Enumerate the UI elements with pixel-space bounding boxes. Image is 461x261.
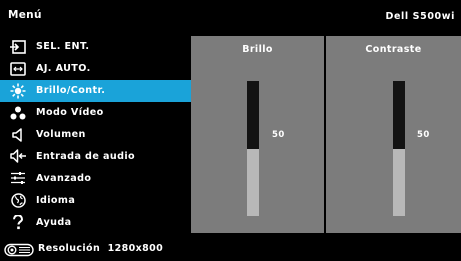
audio-input-icon xyxy=(10,148,26,164)
brightness-title: Brillo xyxy=(242,43,273,55)
contrast-slider[interactable] xyxy=(393,81,405,216)
projector-model: Dell S500wi xyxy=(385,11,455,22)
menu-item-label: Entrada de audio xyxy=(36,150,136,162)
advanced-icon xyxy=(10,170,26,186)
help-icon xyxy=(10,214,26,230)
language-icon xyxy=(10,192,26,208)
auto-adjust-icon xyxy=(10,61,26,77)
menu-item-video-mode[interactable]: Modo Vídeo xyxy=(0,102,191,124)
brightness-icon xyxy=(10,83,26,99)
menu-item-advanced[interactable]: Avanzado xyxy=(0,167,191,189)
menu-item-label: Avanzado xyxy=(36,172,92,184)
volume-icon xyxy=(10,127,26,143)
brightness-value: 50 xyxy=(272,130,285,140)
menu-item-input-select[interactable]: SEL. ENT. xyxy=(0,36,191,58)
contrast-value: 50 xyxy=(417,130,430,140)
menu-title: Menú xyxy=(8,9,42,21)
menu-item-label: Modo Vídeo xyxy=(36,107,104,119)
menu-item-label: AJ. AUTO. xyxy=(36,63,91,75)
menu-item-audio-input[interactable]: Entrada de audio xyxy=(0,145,191,167)
menu-item-language[interactable]: Idioma xyxy=(0,189,191,211)
input-icon xyxy=(10,39,26,55)
brightness-slider[interactable] xyxy=(247,81,259,216)
menu-item-help[interactable]: Ayuda xyxy=(0,211,191,233)
resolution-value: 1280x800 xyxy=(107,243,164,254)
main-menu: SEL. ENT. AJ. AUTO. Brillo/Contr. Modo V… xyxy=(0,36,191,233)
menu-item-label: Brillo/Contr. xyxy=(36,85,106,97)
menu-item-label: SEL. ENT. xyxy=(36,41,90,53)
resolution-label: Resolución xyxy=(38,243,101,254)
projector-icon xyxy=(4,242,34,261)
contrast-title: Contraste xyxy=(365,43,422,55)
contrast-panel: Contraste 50 xyxy=(326,36,461,233)
menu-item-brightness-contrast[interactable]: Brillo/Contr. xyxy=(0,79,191,102)
video-mode-icon xyxy=(10,105,26,121)
menu-item-volume[interactable]: Volumen xyxy=(0,124,191,146)
brightness-panel: Brillo 50 xyxy=(191,36,324,233)
header-bar: Menú Dell S500wi xyxy=(0,0,461,33)
menu-item-auto-adjust[interactable]: AJ. AUTO. xyxy=(0,58,191,80)
status-bar: Resolución 1280x800 xyxy=(0,237,461,261)
contrast-slider-level xyxy=(393,81,405,149)
menu-item-label: Volumen xyxy=(36,129,86,140)
menu-item-label: Ayuda xyxy=(36,216,72,228)
resolution-text: Resolución 1280x800 xyxy=(38,243,163,254)
menu-item-label: Idioma xyxy=(36,194,76,206)
brightness-slider-level xyxy=(247,81,259,149)
osd-menu: Menú Dell S500wi SEL. ENT. AJ. AUTO. Bri… xyxy=(0,0,461,261)
